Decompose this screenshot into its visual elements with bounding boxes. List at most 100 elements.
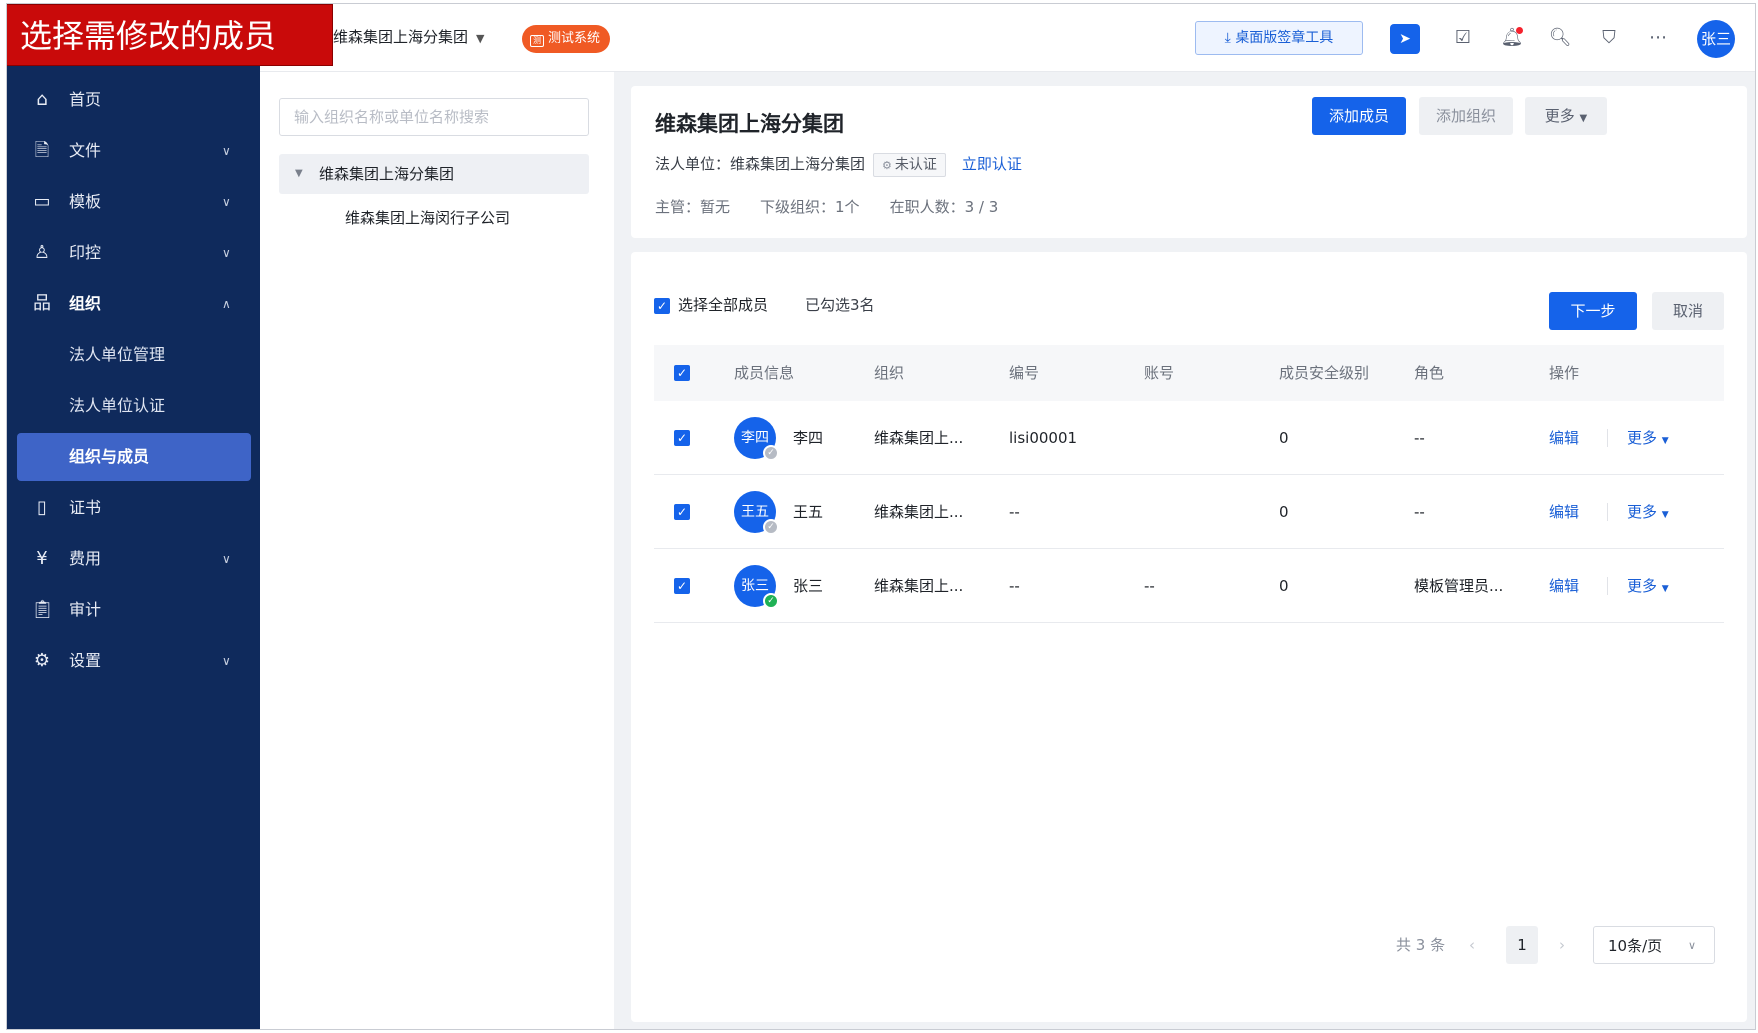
seal-icon: ♙ <box>33 242 51 263</box>
member-security-level: 0 <box>1279 429 1289 447</box>
sidebar-item-label: 文件 <box>69 141 102 160</box>
user-avatar[interactable]: 张三 <box>1697 20 1735 58</box>
row-more-link[interactable]: 更多 ▼ <box>1627 549 1669 626</box>
sidebar-item-label: 模板 <box>69 192 102 211</box>
send-icon[interactable]: ➤ <box>1390 24 1420 54</box>
chevron-down-icon: ∨ <box>1687 939 1696 952</box>
org-switcher[interactable]: 维森集团上海分集团 ▼ <box>333 26 484 47</box>
edit-link[interactable]: 编辑 <box>1549 401 1579 475</box>
sub-org-count: 下级组织：1个 <box>760 198 860 216</box>
legal-unit-label: 法人单位： <box>655 155 731 173</box>
headcount-info: 在职人数：3 / 3 <box>889 198 999 216</box>
verify-shield-icon[interactable]: ⛉ <box>1596 25 1622 51</box>
task-check-icon[interactable]: ☑ <box>1450 25 1476 51</box>
caret-down-icon: ▼ <box>1661 510 1669 520</box>
notification-dot <box>1516 27 1523 34</box>
select-all-checkbox[interactable]: ✓ <box>654 297 670 314</box>
sidebar-item-label: 审计 <box>69 600 102 619</box>
more-dots-icon[interactable]: ⋯ <box>1645 25 1671 51</box>
sidebar-item-files[interactable]: 🗎︎ 文件 ∨ <box>7 127 260 175</box>
chevron-down-icon: ∨ <box>222 195 231 209</box>
settings-icon: ⚙ <box>33 650 51 671</box>
tree-node-child[interactable]: 维森集团上海闵行子公司 <box>345 198 510 238</box>
tree-node-root[interactable]: ▼ 维森集团上海分集团 <box>279 154 589 194</box>
header-checkbox[interactable]: ✓ <box>674 365 690 381</box>
tree-collapse-caret-icon[interactable]: ▼ <box>295 154 303 194</box>
env-badge: 测测试系统 <box>522 25 611 53</box>
sidebar-item-certificates[interactable]: ▯ 证书 <box>7 484 260 532</box>
prev-page-icon[interactable]: ‹ <box>1469 926 1475 964</box>
member-role: -- <box>1414 503 1425 521</box>
unverified-status-icon: ✓ <box>763 519 779 535</box>
row-more-link[interactable]: 更多 ▼ <box>1627 475 1669 552</box>
member-avatar-label: 李四 <box>741 430 769 446</box>
sidebar-item-label: 证书 <box>69 498 102 517</box>
sidebar-subitem-legal-unit-certification[interactable]: 法人单位认证 <box>7 382 260 430</box>
org-tree-panel: 输入组织名称或单位名称搜索 ▼ 维森集团上海分集团 维森集团上海闵行子公司 <box>260 72 614 1029</box>
sidebar-item-organization[interactable]: 品 组织 ∧ <box>7 280 260 328</box>
desktop-tool-button[interactable]: ⤓ 桌面版签章工具 <box>1195 21 1363 55</box>
org-meta-row: 主管：暂无 下级组织：1个 在职人数：3 / 3 <box>655 196 1028 217</box>
member-list-card: ✓ 选择全部成员 已勾选3名 下一步 取消 ✓ 成员信息 组织 编号 账号 成员安… <box>631 252 1747 1022</box>
member-name: 张三 <box>793 577 824 595</box>
caret-down-icon: ▼ <box>476 32 485 45</box>
member-name: 李四 <box>793 429 824 447</box>
table-header: ✓ 成员信息 组织 编号 账号 成员安全级别 角色 操作 <box>654 345 1724 401</box>
desktop-tool-label: 桌面版签章工具 <box>1235 30 1334 46</box>
page-size-select[interactable]: 10条/页 ∨ <box>1593 926 1715 964</box>
sidebar-item-templates[interactable]: ▭ 模板 ∨ <box>7 178 260 226</box>
pagination-total: 共 3 条 <box>1396 936 1446 954</box>
sidebar-item-label: 首页 <box>69 90 102 109</box>
next-page-icon[interactable]: › <box>1559 926 1565 964</box>
chevron-down-icon: ∨ <box>222 552 231 566</box>
sidebar-item-home[interactable]: ⌂ 首页 <box>7 76 260 124</box>
sidebar-item-audit[interactable]: 📋︎ 审计 <box>7 586 260 634</box>
sidebar-item-seal-control[interactable]: ♙ 印控 ∨ <box>7 229 260 277</box>
sidebar-item-label: 印控 <box>69 243 102 262</box>
audit-icon: 📋︎ <box>31 599 54 620</box>
select-all-members[interactable]: ✓ 选择全部成员 <box>654 293 768 317</box>
add-member-button[interactable]: 添加成员 <box>1312 97 1406 135</box>
edit-link[interactable]: 编辑 <box>1549 549 1579 623</box>
step-caption: 选择需修改的成员 <box>7 4 333 66</box>
row-checkbox[interactable]: ✓ <box>674 504 690 520</box>
chevron-down-icon: ∨ <box>222 144 231 158</box>
sidebar-item-settings[interactable]: ⚙ 设置 ∨ <box>7 637 260 685</box>
chevron-up-icon: ∧ <box>222 297 231 311</box>
member-security-level: 0 <box>1279 503 1289 521</box>
table-row: ✓ 李四 ✓ 李四 维森集团上... lisi00001 0 -- 编辑 更多 ▼ <box>654 401 1724 475</box>
row-checkbox[interactable]: ✓ <box>674 578 690 594</box>
caret-down-icon: ▼ <box>1661 436 1669 446</box>
verified-status-icon: ✓ <box>763 593 779 609</box>
row-more-label: 更多 <box>1627 429 1658 447</box>
gear-icon: ⚙ <box>882 159 892 172</box>
chevron-down-icon: ∨ <box>222 246 231 260</box>
document-search-icon[interactable]: 🔍︎ <box>1547 25 1573 51</box>
notification-bell-icon[interactable]: 🔔︎ <box>1499 25 1525 51</box>
sidebar-subitem-label: 法人单位管理 <box>69 345 166 364</box>
cert-status-label: 未认证 <box>894 157 937 173</box>
sidebar-item-label: 设置 <box>69 651 102 670</box>
org-switcher-label: 维森集团上海分集团 <box>333 28 469 46</box>
column-header: 编号 <box>1009 364 1040 382</box>
edit-link[interactable]: 编辑 <box>1549 475 1579 549</box>
page-number[interactable]: 1 <box>1506 926 1538 964</box>
org-search-input[interactable]: 输入组织名称或单位名称搜索 <box>279 98 589 136</box>
next-step-button[interactable]: 下一步 <box>1549 292 1637 330</box>
column-header: 账号 <box>1144 364 1175 382</box>
sidebar-subitem-org-and-members[interactable]: 组织与成员 <box>17 433 251 481</box>
sidebar: ⌂ 首页 🗎︎ 文件 ∨ ▭ 模板 ∨ ♙ 印控 ∨ 品 组织 ∧ 法人单位管理… <box>7 66 260 1029</box>
add-org-button[interactable]: 添加组织 <box>1419 97 1513 135</box>
action-divider <box>1607 503 1608 521</box>
more-button[interactable]: 更多 ▼ <box>1525 97 1607 135</box>
sidebar-item-label: 组织 <box>69 294 102 313</box>
sidebar-item-fees[interactable]: ¥ 费用 ∨ <box>7 535 260 583</box>
member-code: lisi00001 <box>1009 429 1078 447</box>
certify-now-link[interactable]: 立即认证 <box>962 155 1022 173</box>
sidebar-subitem-legal-unit-management[interactable]: 法人单位管理 <box>7 331 260 379</box>
row-more-label: 更多 <box>1627 503 1658 521</box>
row-more-link[interactable]: 更多 ▼ <box>1627 401 1669 478</box>
cancel-button[interactable]: 取消 <box>1652 292 1724 330</box>
row-checkbox[interactable]: ✓ <box>674 430 690 446</box>
table-row: ✓ 王五 ✓ 王五 维森集团上... -- 0 -- 编辑 更多 ▼ <box>654 475 1724 549</box>
